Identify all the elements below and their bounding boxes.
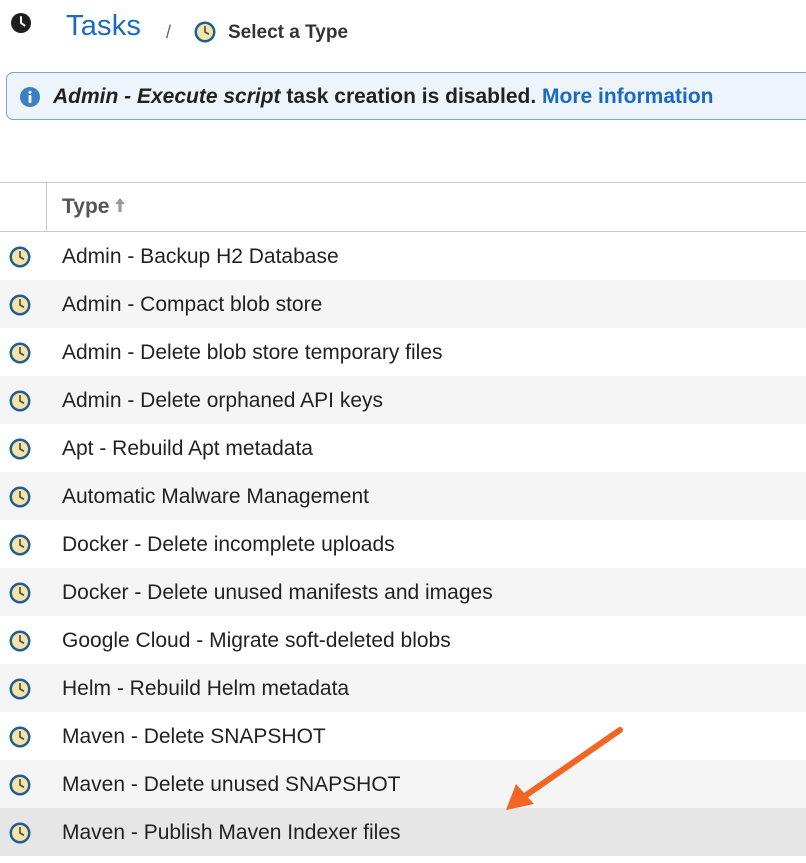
type-column-label: Type: [62, 195, 110, 218]
task-clock-icon: [194, 21, 216, 43]
more-information-link[interactable]: More information: [542, 85, 714, 108]
task-clock-icon: [9, 534, 31, 556]
type-column-header[interactable]: Type: [62, 195, 127, 219]
task-clock-icon: [9, 678, 31, 700]
task-clock-icon: [9, 438, 31, 460]
task-clock-icon: [9, 822, 31, 844]
info-banner: Admin - Execute script task creation is …: [6, 72, 806, 120]
breadcrumb-tasks-link[interactable]: Tasks: [66, 10, 141, 43]
sort-up-arrow-icon: [115, 198, 126, 213]
row-type-label: Docker - Delete incomplete uploads: [62, 533, 395, 556]
table-row[interactable]: Admin - Delete orphaned API keys: [0, 376, 806, 424]
row-type-label: Apt - Rebuild Apt metadata: [62, 437, 313, 460]
table-row[interactable]: Admin - Delete blob store temporary file…: [0, 328, 806, 376]
clock-icon: [11, 13, 31, 33]
task-clock-icon: [9, 630, 31, 652]
breadcrumb-separator: /: [166, 22, 172, 42]
table-row[interactable]: Automatic Malware Management: [0, 472, 806, 520]
banner-text: task creation is disabled.: [280, 85, 542, 108]
task-clock-icon: [9, 390, 31, 412]
task-clock-icon: [9, 342, 31, 364]
banner-message: Admin - Execute script task creation is …: [53, 85, 714, 109]
table-row[interactable]: Admin - Backup H2 Database: [0, 232, 806, 280]
icon-column-header: [0, 183, 47, 231]
row-type-label: Docker - Delete unused manifests and ima…: [62, 581, 493, 604]
table-row[interactable]: Apt - Rebuild Apt metadata: [0, 424, 806, 472]
row-type-label: Maven - Delete unused SNAPSHOT: [62, 773, 401, 796]
row-type-label: Admin - Delete blob store temporary file…: [62, 341, 443, 364]
table-row[interactable]: Docker - Delete incomplete uploads: [0, 520, 806, 568]
row-type-label: Google Cloud - Migrate soft-deleted blob…: [62, 629, 451, 652]
task-clock-icon: [9, 582, 31, 604]
row-type-label: Admin - Compact blob store: [62, 293, 323, 316]
table-row[interactable]: Maven - Delete SNAPSHOT: [0, 712, 806, 760]
row-type-label: Maven - Publish Maven Indexer files: [62, 821, 401, 844]
table-row[interactable]: Maven - Publish Maven Indexer files: [0, 808, 806, 856]
table-row[interactable]: Google Cloud - Migrate soft-deleted blob…: [0, 616, 806, 664]
table-header: Type: [0, 182, 806, 232]
task-clock-icon: [9, 486, 31, 508]
header: Tasks / Select a Type: [0, 0, 806, 62]
row-type-label: Automatic Malware Management: [62, 485, 369, 508]
row-type-label: Admin - Delete orphaned API keys: [62, 389, 384, 412]
breadcrumb-current: Select a Type: [228, 22, 349, 43]
row-type-label: Helm - Rebuild Helm metadata: [62, 677, 350, 700]
table-row[interactable]: Admin - Compact blob store: [0, 280, 806, 328]
info-icon: [20, 87, 40, 107]
row-type-label: Admin - Backup H2 Database: [62, 245, 339, 268]
table-row[interactable]: Helm - Rebuild Helm metadata: [0, 664, 806, 712]
task-clock-icon: [9, 246, 31, 268]
banner-task-name: Admin - Execute script: [53, 85, 281, 108]
table-row[interactable]: Docker - Delete unused manifests and ima…: [0, 568, 806, 616]
task-clock-icon: [9, 726, 31, 748]
task-clock-icon: [9, 774, 31, 796]
page: Tasks / Select a Type Admin - Execute sc…: [0, 0, 806, 863]
task-clock-icon: [9, 294, 31, 316]
task-type-table: Type Admin - Backup H2 Database Admin - C…: [0, 182, 806, 856]
table-body: Admin - Backup H2 Database Admin - Compac…: [0, 232, 806, 856]
row-type-label: Maven - Delete SNAPSHOT: [62, 725, 326, 748]
table-row[interactable]: Maven - Delete unused SNAPSHOT: [0, 760, 806, 808]
